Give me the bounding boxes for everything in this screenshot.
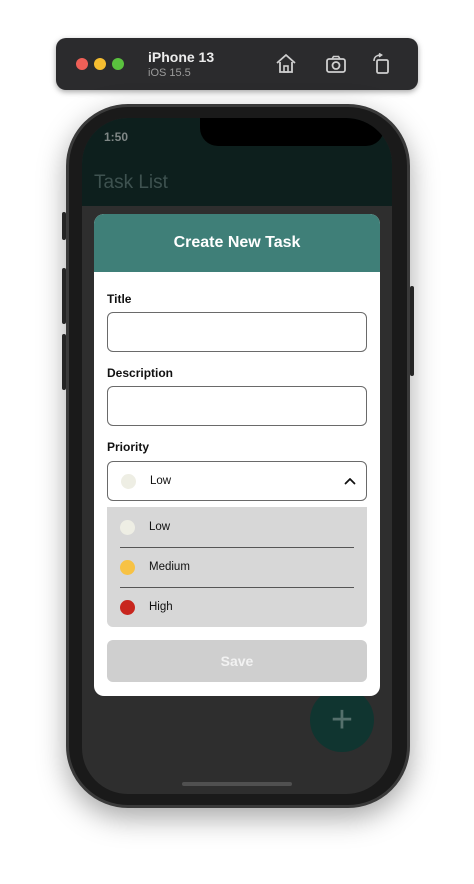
chevron-up-icon[interactable] (344, 476, 356, 486)
selected-priority-value: Low (150, 475, 172, 487)
home-icon[interactable] (274, 52, 298, 76)
close-window-button[interactable] (76, 58, 88, 70)
title-input[interactable] (107, 312, 367, 352)
rotate-icon[interactable] (370, 52, 394, 76)
power-button (410, 286, 414, 376)
title-label: Title (107, 292, 132, 306)
description-input[interactable] (107, 386, 367, 426)
priority-low-dot (120, 520, 135, 535)
add-task-button[interactable]: + (310, 688, 374, 752)
priority-option-low[interactable]: Low (107, 507, 367, 547)
screenshot-icon[interactable] (324, 52, 348, 76)
priority-select[interactable]: Low (107, 461, 367, 501)
priority-medium-dot (120, 560, 135, 575)
create-task-modal: Create New Task Title Description Priori… (94, 214, 380, 696)
navigation-bar: Task List (82, 160, 392, 206)
description-label: Description (107, 366, 174, 380)
minimize-window-button[interactable] (94, 58, 106, 70)
nav-title: Task List (94, 172, 168, 193)
priority-option-medium[interactable]: Medium (107, 547, 367, 587)
priority-option-label: Medium (149, 561, 190, 573)
zoom-window-button[interactable] (112, 58, 124, 70)
priority-option-label: High (149, 601, 173, 613)
os-version: iOS 15.5 (148, 67, 191, 79)
selected-priority-dot (121, 474, 136, 489)
save-button[interactable]: Save (107, 640, 367, 682)
notch (200, 118, 384, 146)
modal-header: Create New Task (94, 214, 380, 272)
priority-high-dot (120, 600, 135, 615)
status-time: 1:50 (104, 130, 129, 144)
priority-option-label: Low (149, 521, 171, 533)
modal-title: Create New Task (173, 234, 301, 251)
device-name: iPhone 13 (148, 49, 215, 65)
priority-label: Priority (107, 440, 150, 454)
screenshot-stage: iPhone 13 iOS 15.5 1:50 Task List + Crea… (0, 0, 474, 884)
home-indicator (182, 782, 292, 786)
simulator-toolbar: iPhone 13 iOS 15.5 (56, 38, 418, 90)
priority-options-list: Low Medium High (107, 507, 367, 627)
priority-option-high[interactable]: High (107, 587, 367, 627)
